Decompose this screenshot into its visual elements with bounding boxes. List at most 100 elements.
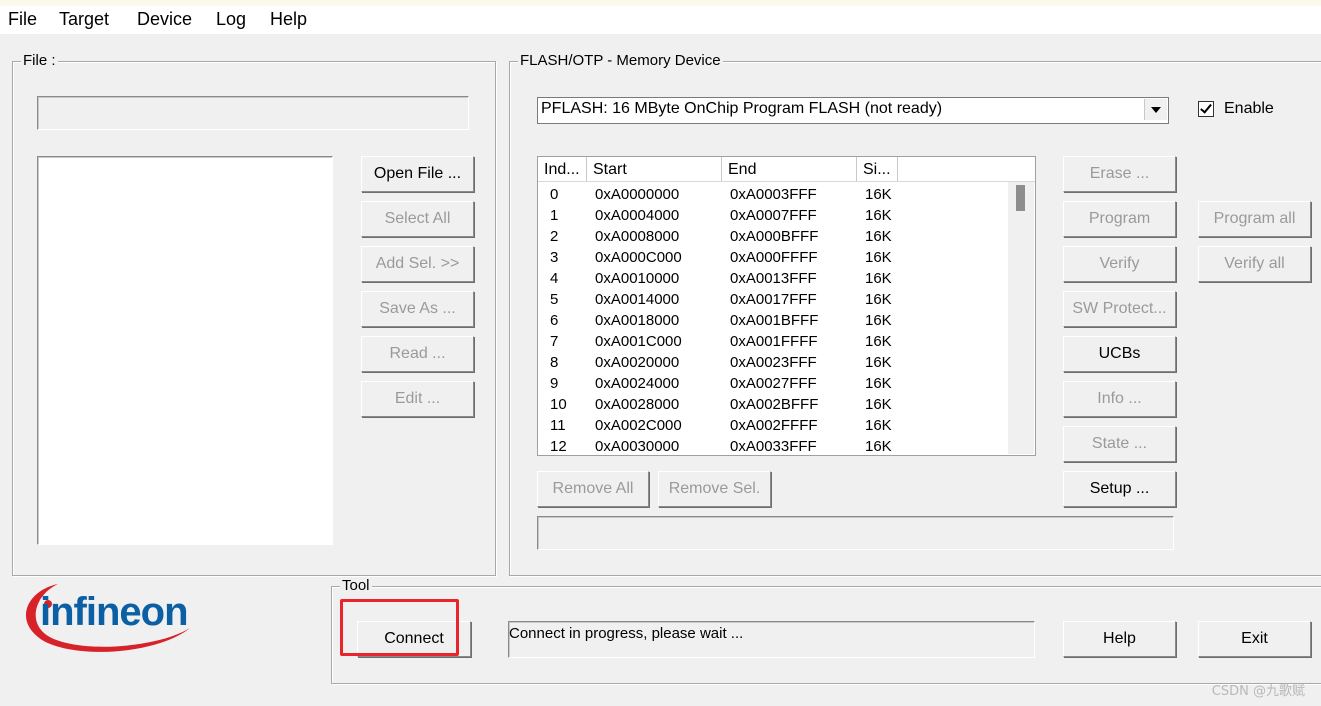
table-row[interactable]: 6 0xA0018000 0xA001BFFF 16K [538, 310, 1008, 331]
exit-button[interactable]: Exit [1198, 621, 1311, 657]
sector-end: 0xA0017FFF [730, 291, 817, 308]
table-row[interactable]: 11 0xA002C000 0xA002FFFF 16K [538, 415, 1008, 436]
sector-index: 0 [550, 186, 559, 203]
file-group-title: File : [21, 52, 58, 69]
sector-start: 0xA0030000 [595, 438, 680, 455]
ucbs-button[interactable]: UCBs [1063, 336, 1176, 372]
sector-size: 16K [865, 333, 892, 350]
read-button[interactable]: Read ... [361, 336, 474, 372]
table-row[interactable]: 4 0xA0010000 0xA0013FFF 16K [538, 268, 1008, 289]
sector-start: 0xA001C000 [595, 333, 682, 350]
sw-protect-button[interactable]: SW Protect... [1063, 291, 1176, 327]
sector-size: 16K [865, 396, 892, 413]
menu-bar: File Target Device Log Help [0, 6, 1321, 34]
sector-index: 9 [550, 375, 559, 392]
menu-device[interactable]: Device [137, 9, 192, 30]
flash-group-title: FLASH/OTP - Memory Device [518, 52, 723, 69]
remove-selected-button[interactable]: Remove Sel. [658, 471, 771, 507]
sector-index: 3 [550, 249, 559, 266]
sector-start: 0xA0004000 [595, 207, 680, 224]
infineon-logo: infineon [18, 576, 194, 656]
sector-index: 6 [550, 312, 559, 329]
file-list[interactable] [37, 156, 333, 545]
sector-size: 16K [865, 186, 892, 203]
sector-index: 2 [550, 228, 559, 245]
table-row[interactable]: 7 0xA001C000 0xA001FFFF 16K [538, 331, 1008, 352]
sector-end: 0xA002FFFF [730, 417, 818, 434]
file-path-field [37, 96, 469, 130]
sector-end: 0xA0003FFF [730, 186, 817, 203]
select-all-button[interactable]: Select All [361, 201, 474, 237]
sector-size: 16K [865, 375, 892, 392]
logo-wordmark: infineon [40, 590, 189, 634]
table-row[interactable]: 3 0xA000C000 0xA000FFFF 16K [538, 247, 1008, 268]
add-selection-button[interactable]: Add Sel. >> [361, 246, 474, 282]
menu-log[interactable]: Log [216, 9, 246, 30]
tool-group-title: Tool [340, 577, 372, 594]
memory-device-select[interactable]: PFLASH: 16 MByte OnChip Program FLASH (n… [537, 97, 1169, 124]
table-row[interactable]: 2 0xA0008000 0xA000BFFF 16K [538, 226, 1008, 247]
help-button[interactable]: Help [1063, 621, 1176, 657]
sector-table-header: Ind... Start End Si... [538, 157, 1035, 182]
table-row[interactable]: 12 0xA0030000 0xA0033FFF 16K [538, 436, 1008, 455]
tool-status-text: Connect in progress, please wait ... [509, 625, 744, 642]
enable-checkbox[interactable] [1198, 101, 1214, 117]
sector-start: 0xA0010000 [595, 270, 680, 287]
program-button[interactable]: Program [1063, 201, 1176, 237]
column-start[interactable]: Start [587, 157, 722, 181]
verify-all-button[interactable]: Verify all [1198, 246, 1311, 282]
sector-start: 0xA0024000 [595, 375, 680, 392]
sector-end: 0xA0013FFF [730, 270, 817, 287]
open-file-button[interactable]: Open File ... [361, 156, 474, 192]
menu-file[interactable]: File [8, 9, 37, 30]
flash-status-field [537, 516, 1174, 550]
sector-end: 0xA0007FFF [730, 207, 817, 224]
table-row[interactable]: 0 0xA0000000 0xA0003FFF 16K [538, 184, 1008, 205]
enable-label: Enable [1224, 100, 1274, 117]
erase-button[interactable]: Erase ... [1063, 156, 1176, 192]
sector-size: 16K [865, 207, 892, 224]
sector-start: 0xA0020000 [595, 354, 680, 371]
tool-status-field: Connect in progress, please wait ... [508, 621, 1035, 658]
sector-index: 4 [550, 270, 559, 287]
program-all-button[interactable]: Program all [1198, 201, 1311, 237]
info-button[interactable]: Info ... [1063, 381, 1176, 417]
remove-all-button[interactable]: Remove All [537, 471, 649, 507]
verify-button[interactable]: Verify [1063, 246, 1176, 282]
sector-table-scrollbar[interactable] [1008, 182, 1034, 454]
column-index[interactable]: Ind... [538, 157, 587, 181]
sector-index: 11 [550, 417, 566, 434]
sector-start: 0xA0000000 [595, 186, 680, 203]
sector-start: 0xA000C000 [595, 249, 682, 266]
table-row[interactable]: 5 0xA0014000 0xA0017FFF 16K [538, 289, 1008, 310]
sector-size: 16K [865, 228, 892, 245]
table-row[interactable]: 8 0xA0020000 0xA0023FFF 16K [538, 352, 1008, 373]
sector-start: 0xA0014000 [595, 291, 680, 308]
scrollbar-thumb[interactable] [1016, 185, 1025, 211]
table-row[interactable]: 1 0xA0004000 0xA0007FFF 16K [538, 205, 1008, 226]
sector-size: 16K [865, 438, 892, 455]
sector-size: 16K [865, 354, 892, 371]
setup-button[interactable]: Setup ... [1063, 471, 1176, 507]
edit-button[interactable]: Edit ... [361, 381, 474, 417]
sector-index: 10 [550, 396, 567, 413]
menu-target[interactable]: Target [59, 9, 109, 30]
sector-end: 0xA000FFFF [730, 249, 818, 266]
sector-end: 0xA0027FFF [730, 375, 817, 392]
column-end[interactable]: End [722, 157, 857, 181]
sector-start: 0xA0018000 [595, 312, 680, 329]
chevron-down-icon[interactable] [1144, 99, 1167, 120]
sector-index: 7 [550, 333, 559, 350]
sector-end: 0xA001FFFF [730, 333, 818, 350]
sector-end: 0xA002BFFF [730, 396, 819, 413]
table-row[interactable]: 10 0xA0028000 0xA002BFFF 16K [538, 394, 1008, 415]
menu-help[interactable]: Help [270, 9, 307, 30]
sector-index: 1 [550, 207, 559, 224]
table-row[interactable]: 9 0xA0024000 0xA0027FFF 16K [538, 373, 1008, 394]
column-size[interactable]: Si... [857, 157, 898, 181]
sector-size: 16K [865, 312, 892, 329]
save-as-button[interactable]: Save As ... [361, 291, 474, 327]
state-button[interactable]: State ... [1063, 426, 1176, 462]
sector-index: 5 [550, 291, 559, 308]
sector-table[interactable]: Ind... Start End Si... 0 0xA0000000 0xA000… [537, 156, 1036, 456]
